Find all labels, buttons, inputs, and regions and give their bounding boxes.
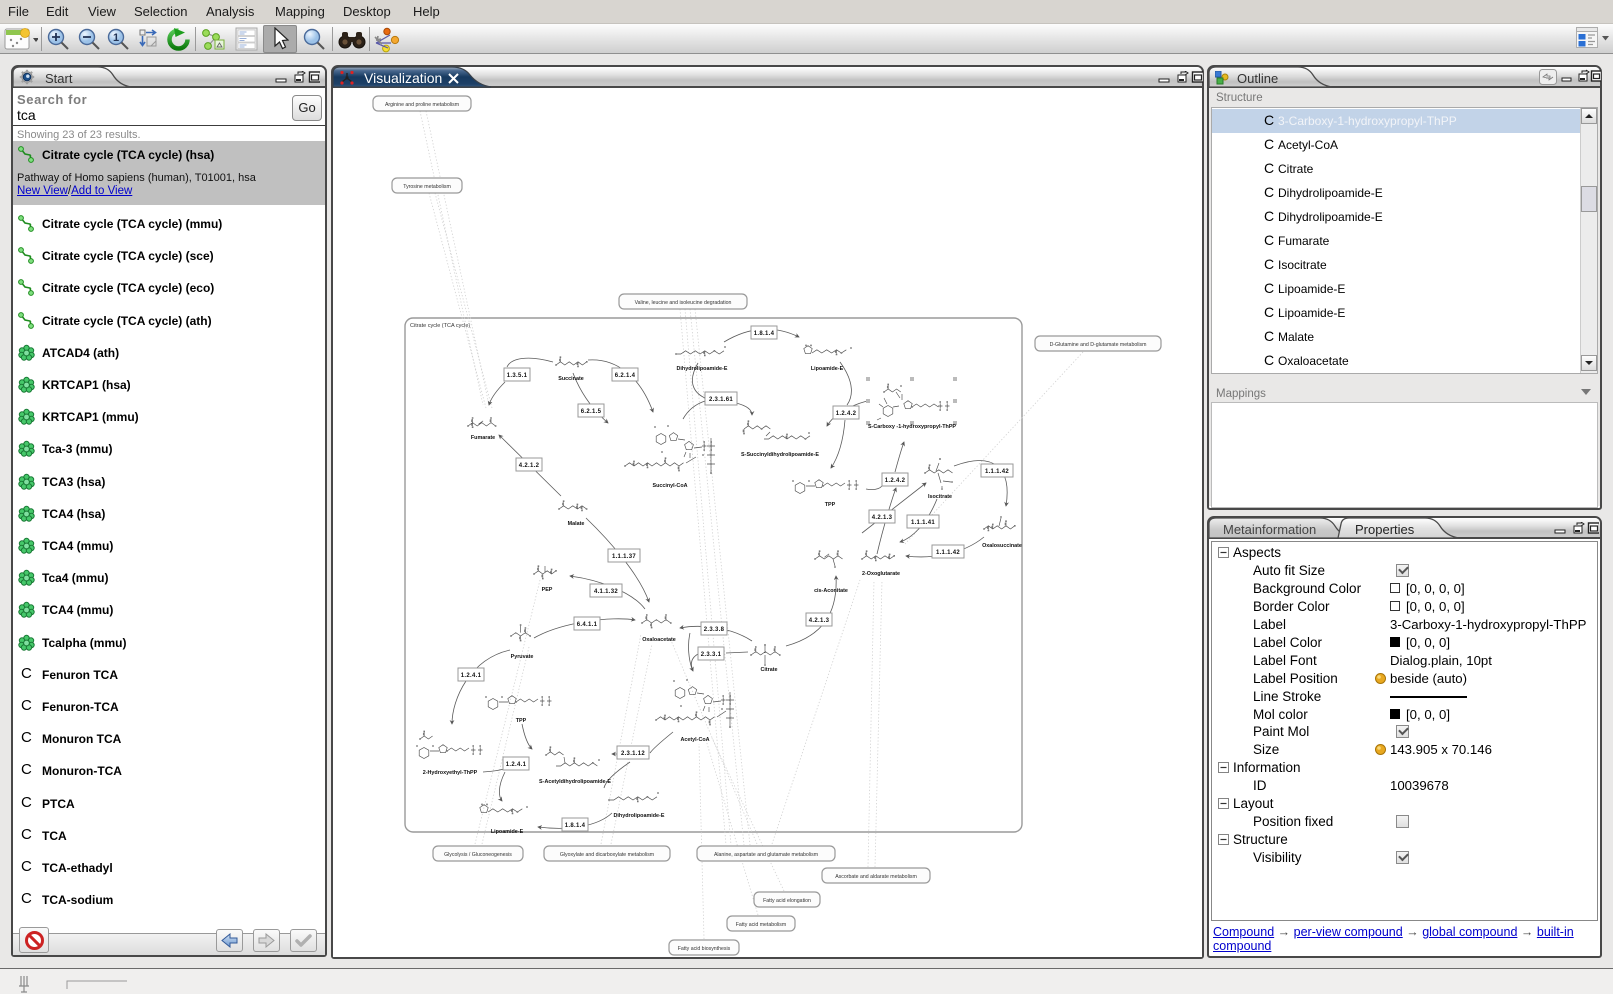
svg-text:2.3.3.8: 2.3.3.8 [704,627,725,633]
svg-text:cis-Aconitate: cis-Aconitate [814,588,848,594]
svg-text:6.4.1.1: 6.4.1.1 [577,622,598,628]
svg-text:Ascorbate and aldarate metabol: Ascorbate and aldarate metabolism [835,874,917,880]
svg-text:Oxaloacetate: Oxaloacetate [642,637,676,643]
svg-text:6.2.1.4: 6.2.1.4 [615,373,636,379]
svg-text:1.2.4.2: 1.2.4.2 [885,478,906,484]
svg-text:Isocitrate: Isocitrate [928,494,952,500]
svg-text:1.2.4.2: 1.2.4.2 [836,411,857,417]
svg-text:1.8.1.4: 1.8.1.4 [565,823,586,829]
svg-text:1.1.1.42: 1.1.1.42 [985,469,1009,475]
svg-text:Lipoamide-E: Lipoamide-E [491,829,524,835]
svg-text:Tyrosine metabolism: Tyrosine metabolism [403,184,451,190]
svg-text:Dihydrolipoamide-E: Dihydrolipoamide-E [614,813,665,819]
svg-text:Malate: Malate [568,521,585,527]
svg-text:1.1.1.41: 1.1.1.41 [911,520,935,526]
svg-text:Citrate: Citrate [760,667,777,673]
svg-text:Fumarate: Fumarate [471,435,495,441]
svg-text:Pyruvate: Pyruvate [511,654,534,660]
svg-text:Valine, leucine and isoleucine: Valine, leucine and isoleucine degradati… [635,300,732,306]
svg-text:S-Carboxy -1-hydroxypropyl-ThP: S-Carboxy -1-hydroxypropyl-ThPP [868,424,956,430]
svg-text:1.2.4.1: 1.2.4.1 [506,762,527,768]
svg-text:2-Oxoglutarate: 2-Oxoglutarate [862,571,900,577]
svg-text:Fatty acid elongation: Fatty acid elongation [763,898,811,904]
svg-text:4.2.1.2: 4.2.1.2 [519,463,540,469]
svg-text:Lipoamide-E: Lipoamide-E [811,366,844,372]
svg-text:1.3.5.1: 1.3.5.1 [507,373,528,379]
svg-text:1.1.1.42: 1.1.1.42 [936,550,960,556]
svg-text:Glyoxylate and dicarboxylate m: Glyoxylate and dicarboxylate metabolism [560,852,654,858]
svg-text:2.3.1.61: 2.3.1.61 [709,397,733,403]
svg-text:Glycolysis / Gluconeogenesis: Glycolysis / Gluconeogenesis [444,852,512,858]
svg-text:Oxalosuccinate: Oxalosuccinate [982,543,1022,549]
svg-text:6.2.1.5: 6.2.1.5 [581,409,602,415]
svg-text:Acetyl-CoA: Acetyl-CoA [680,737,709,743]
svg-text:Dihydrolipoamide-E: Dihydrolipoamide-E [677,366,728,372]
svg-text:2.3.1.12: 2.3.1.12 [621,751,645,757]
svg-text:Alanine, aspartate and glutama: Alanine, aspartate and glutamate metabol… [714,852,818,858]
svg-text:PEP: PEP [542,587,553,593]
svg-text:Citrate cycle (TCA cycle): Citrate cycle (TCA cycle) [410,323,470,329]
svg-text:2.3.3.1: 2.3.3.1 [701,652,722,658]
svg-text:1.1.1.37: 1.1.1.37 [612,554,636,560]
svg-text:4.1.1.32: 4.1.1.32 [594,589,618,595]
svg-text:S-Acetyldihydrolipoamide-E: S-Acetyldihydrolipoamide-E [539,779,611,785]
svg-text:1.2.4.1: 1.2.4.1 [461,673,482,679]
svg-text:Succinyl-CoA: Succinyl-CoA [652,483,687,489]
svg-text:TPP: TPP [825,502,836,508]
svg-text:1: 1 [113,32,119,44]
svg-text:1.8.1.4: 1.8.1.4 [754,331,775,337]
svg-text:Succinate: Succinate [558,376,583,382]
svg-text:4.2.1.3: 4.2.1.3 [872,515,893,521]
svg-text:4.2.1.3: 4.2.1.3 [809,618,830,624]
svg-text:D-Glutamine and D-glutamate me: D-Glutamine and D-glutamate metabolism [1050,342,1147,348]
svg-text:S-Succinyldihydrolipoamide-E: S-Succinyldihydrolipoamide-E [741,452,819,458]
svg-text:Fatty acid metabolism: Fatty acid metabolism [736,922,786,928]
svg-text:Arginine and proline metabolis: Arginine and proline metabolism [385,102,459,108]
svg-text:TPP: TPP [516,718,527,724]
svg-text:Fatty acid biosynthesis: Fatty acid biosynthesis [678,946,731,952]
svg-text:2-Hydroxyethyl-ThPP: 2-Hydroxyethyl-ThPP [423,770,478,776]
